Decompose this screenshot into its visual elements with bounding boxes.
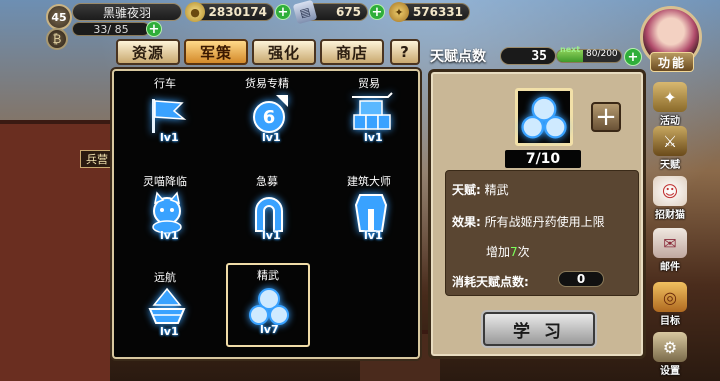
talent-item[interactable]: 贸易 lv1: [320, 73, 418, 163]
side-item-mail[interactable]: ✉ 邮件: [650, 228, 690, 274]
stamina-bar: 33/ 85: [72, 22, 150, 36]
talent-points-value: 35: [500, 47, 556, 65]
target-icon: ◎: [653, 282, 687, 312]
talent-grid-panel: 行车 lv1 货易专精 6 lv1 贸易 lv1 灵喵降临 lv1 急募 lv1…: [112, 69, 420, 359]
talent-level: lv7: [260, 323, 279, 336]
talent-item[interactable]: 行车 lv1: [116, 73, 214, 163]
upgrade-plus-button[interactable]: +: [591, 102, 621, 132]
talent-name: 行车: [154, 77, 176, 90]
cost-label: 消耗天赋点数:: [452, 275, 529, 289]
talent-icon: ⚔: [653, 126, 687, 156]
learn-button[interactable]: 学 习: [483, 312, 595, 346]
talent-name-row: 天赋: 精武: [452, 181, 509, 198]
stamina-value: 33/ 85: [93, 22, 129, 36]
side-item-label: 目标: [660, 316, 680, 327]
talent-name: 精武: [257, 269, 279, 282]
tab-shop[interactable]: 商店: [320, 39, 384, 65]
talent-level: lv1: [262, 229, 281, 242]
bitcoin-icon[interactable]: ₿: [46, 28, 68, 50]
player-level-badge: 45: [46, 4, 72, 30]
talent-name: 建筑大师: [347, 175, 391, 188]
talent-item[interactable]: 建筑大师 lv1: [320, 171, 418, 261]
paper-icon: ▤: [292, 0, 318, 25]
effect-row: 效果: 所有战姬丹药使用上限: [452, 213, 605, 230]
talent-name: 贸易: [358, 77, 380, 90]
resource-paper: ▤ 675: [292, 0, 368, 25]
tab-enhance[interactable]: 强化: [252, 39, 316, 65]
add-gold-button[interactable]: +: [275, 4, 291, 20]
talent-level: lv1: [262, 131, 281, 144]
selected-talent-icon: [515, 88, 573, 146]
talent-level: lv1: [160, 325, 179, 338]
talent-name: 远航: [154, 271, 176, 284]
side-item-label: 招财猫: [655, 210, 685, 221]
paper-value: 675: [335, 5, 361, 19]
talent-level: lv1: [160, 229, 179, 242]
effect-text: 所有战姬丹药使用上限: [484, 215, 605, 229]
resource-currency3: ✦ 576331: [389, 2, 470, 22]
talent-level: lv1: [364, 131, 383, 144]
talent-info-box: 天赋: 精武 效果: 所有战姬丹药使用上限 增加7次 消耗天赋点数: 0: [445, 170, 639, 296]
effect-label: 效果:: [452, 215, 481, 229]
effect-suffix: 次: [517, 245, 530, 259]
effect-number: 7: [510, 245, 518, 259]
side-item-label: 设置: [660, 366, 680, 377]
activity-icon: ✦: [653, 82, 687, 112]
top-bar: 45 黑骓夜羽 ₿ 33/ 85 + ● 2830174 + ▤ 675 + ✦…: [0, 0, 720, 50]
tab-strategy[interactable]: 军策: [184, 39, 248, 65]
talent-item-selected[interactable]: 精武 lv7: [226, 263, 310, 347]
side-item-target[interactable]: ◎ 目标: [650, 282, 690, 328]
talent-name: 货易专精: [245, 77, 289, 90]
gold-value: 2830174: [208, 5, 267, 19]
side-item-lucky-cat[interactable]: ☺ 招财猫: [650, 176, 690, 222]
add-paper-button[interactable]: +: [369, 4, 385, 20]
gear-icon: ⚙: [653, 332, 687, 362]
next-progress-text: 80/200: [586, 49, 618, 59]
talent-name: 急募: [256, 175, 278, 188]
cost-row: 消耗天赋点数:: [452, 273, 529, 290]
talent-points-label: 天赋点数: [430, 49, 486, 65]
talent-detail-panel: + 7/10 天赋: 精武 效果: 所有战姬丹药使用上限 增加7次 消耗天赋点数…: [428, 69, 646, 359]
effect-prefix: 增加: [486, 245, 511, 259]
tab-resources[interactable]: 资源: [116, 39, 180, 65]
side-item-label: 天赋: [660, 160, 680, 171]
pills-icon: [521, 96, 567, 139]
next-label: next: [560, 45, 581, 54]
svg-text:6: 6: [263, 107, 276, 128]
talent-item[interactable]: 货易专精 6 lv1: [218, 73, 316, 163]
talent-level-progress: 7/10: [505, 150, 581, 168]
talent-level: lv1: [160, 131, 179, 144]
side-item-label: 邮件: [660, 262, 680, 273]
side-item-talent[interactable]: ⚔ 天赋: [650, 126, 690, 172]
add-stamina-button[interactable]: +: [146, 21, 162, 37]
talent-name: 灵喵降临: [143, 175, 187, 188]
gold-coin-icon: ●: [185, 2, 205, 22]
talent-item[interactable]: 灵喵降临 lv1: [116, 171, 214, 261]
side-item-settings[interactable]: ⚙ 设置: [650, 332, 690, 378]
talent-item[interactable]: 远航 lv1: [116, 267, 214, 357]
effect-row-2: 增加7次: [486, 243, 530, 260]
function-button[interactable]: 功能: [650, 52, 694, 72]
talent-name-value: 精武: [484, 183, 509, 197]
talent-level: lv1: [364, 229, 383, 242]
side-item-activity[interactable]: ✦ 活动: [650, 82, 690, 128]
feather-coin-icon: ✦: [389, 2, 409, 22]
currency3-value: 576331: [412, 5, 463, 19]
mail-icon: ✉: [653, 228, 687, 258]
add-talent-points-button[interactable]: +: [624, 48, 642, 66]
barracks-sign[interactable]: 兵营: [80, 150, 114, 168]
side-item-label: 活动: [660, 116, 680, 127]
talent-item[interactable]: 急募 lv1: [218, 171, 316, 261]
help-button[interactable]: ?: [390, 39, 420, 65]
talent-label: 天赋:: [452, 183, 481, 197]
player-name: 黑骓夜羽: [72, 3, 182, 21]
cost-value: 0: [558, 271, 604, 287]
resource-gold: ● 2830174: [185, 2, 274, 22]
lucky-cat-icon: ☺: [653, 176, 687, 206]
